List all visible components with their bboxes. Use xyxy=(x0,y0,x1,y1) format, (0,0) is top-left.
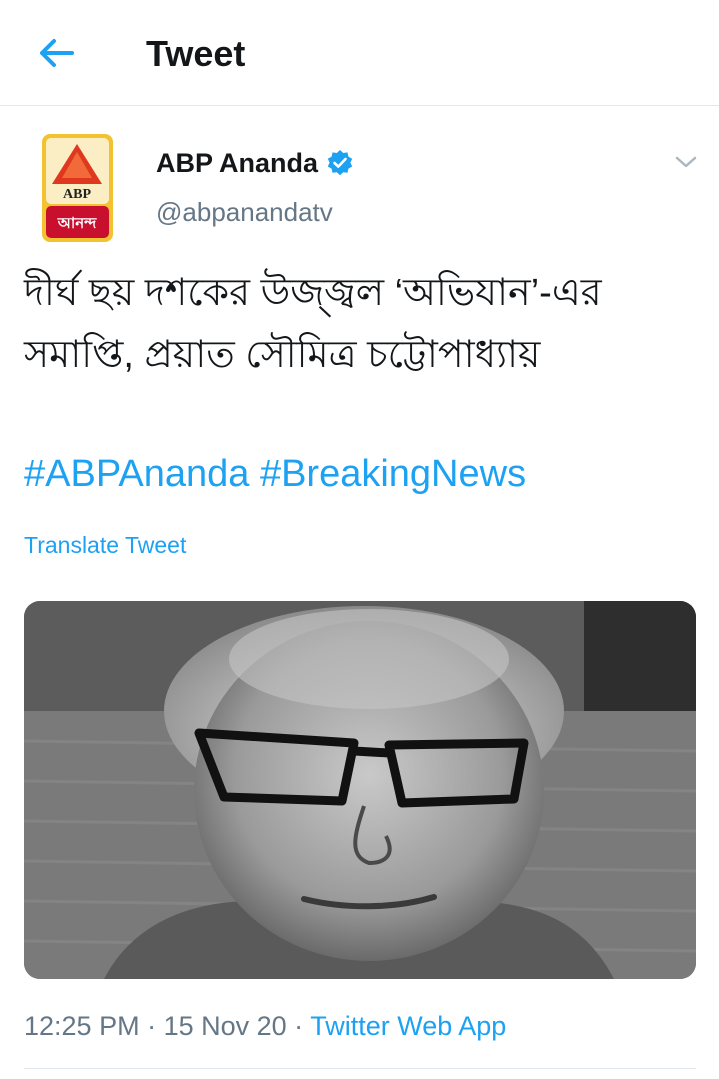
tweet-meta: 12:25 PM · 15 Nov 20 · Twitter Web App xyxy=(24,1008,506,1044)
meta-separator: · xyxy=(286,1011,311,1041)
svg-text:আনন্দ: আনন্দ xyxy=(57,214,97,232)
more-options-button[interactable] xyxy=(670,146,702,178)
avatar[interactable]: ABP আনন্দ xyxy=(40,134,115,242)
back-arrow-icon xyxy=(40,39,74,67)
tweet-time: 12:25 PM xyxy=(24,1011,140,1041)
chevron-down-icon xyxy=(675,156,697,168)
page-title: Tweet xyxy=(146,33,246,74)
hashtag-link[interactable]: #BreakingNews xyxy=(260,453,526,495)
hashtag-link[interactable]: #ABPAnanda xyxy=(24,453,249,495)
top-bar: Tweet xyxy=(0,0,719,106)
svg-text:ABP: ABP xyxy=(63,187,91,202)
author-name[interactable]: ABP Ananda xyxy=(156,146,354,180)
meta-separator: · xyxy=(139,1011,164,1041)
abp-ananda-logo: ABP আনন্দ xyxy=(42,134,113,242)
tweet-date: 15 Nov 20 xyxy=(163,1011,287,1041)
translate-tweet-link[interactable]: Translate Tweet xyxy=(24,530,186,560)
divider xyxy=(24,1068,696,1069)
author-handle[interactable]: @abpanandatv xyxy=(156,196,333,228)
tweet-photo[interactable] xyxy=(24,601,696,979)
back-button[interactable] xyxy=(30,30,82,76)
tweet-text: দীর্ঘ ছয় দশকের উজ্জ্বল ‘অভিযান’-এর সমাপ… xyxy=(24,262,704,386)
tweet-text-line: দীর্ঘ ছয় দশকের উজ্জ্বল ‘অভিযান’-এর xyxy=(24,272,602,314)
author-name-label: ABP Ananda xyxy=(156,148,319,178)
hashtags: #ABPAnanda #BreakingNews xyxy=(24,446,526,502)
tweet-source-link[interactable]: Twitter Web App xyxy=(310,1011,506,1041)
verified-badge-icon xyxy=(327,150,353,176)
tweet-text-line: সমাপ্তি, প্রয়াত সৌমিত্র চট্টোপাধ্যায় xyxy=(24,334,541,376)
portrait-photo xyxy=(24,601,696,979)
